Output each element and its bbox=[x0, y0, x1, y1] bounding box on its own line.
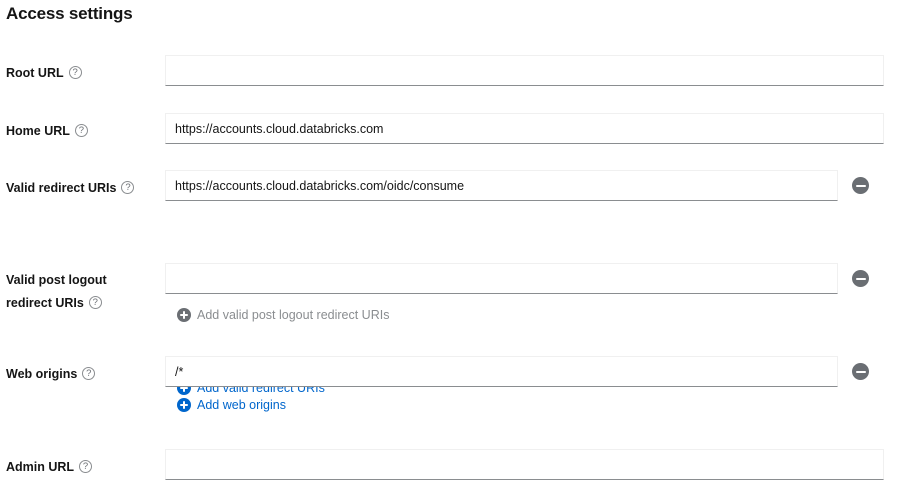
minus-circle-icon-valid-post-logout-redirect-uris[interactable] bbox=[852, 270, 869, 287]
home-url-label-text: Home URL bbox=[6, 124, 70, 138]
web-origins-label: Web origins bbox=[6, 363, 161, 386]
web-origins-input[interactable] bbox=[165, 356, 838, 387]
add-web-origins-link[interactable]: Add web origins bbox=[177, 398, 286, 412]
root-url-field-col bbox=[165, 55, 884, 86]
help-circle-icon[interactable] bbox=[121, 181, 134, 194]
help-circle-icon[interactable] bbox=[79, 460, 92, 473]
help-circle-icon[interactable] bbox=[89, 296, 102, 309]
root-url-label: Root URL bbox=[6, 62, 161, 85]
home-url-field-col bbox=[165, 113, 884, 144]
plus-circle-icon bbox=[177, 398, 191, 412]
admin-url-input[interactable] bbox=[165, 449, 884, 480]
help-circle-icon[interactable] bbox=[75, 124, 88, 137]
root-url-input[interactable] bbox=[165, 55, 884, 86]
web-origins-field-col bbox=[165, 356, 838, 387]
add-valid-post-logout-redirect-uris-link[interactable]: Add valid post logout redirect URIs bbox=[177, 308, 389, 322]
home-url-label: Home URL bbox=[6, 120, 161, 143]
help-circle-icon[interactable] bbox=[69, 66, 82, 79]
help-circle-icon[interactable] bbox=[82, 367, 95, 380]
add-valid-post-logout-redirect-uris-label: Add valid post logout redirect URIs bbox=[197, 308, 389, 322]
admin-url-label-text: Admin URL bbox=[6, 460, 74, 474]
valid-post-logout-redirect-uris-input[interactable] bbox=[165, 263, 838, 294]
plus-circle-icon bbox=[177, 308, 191, 322]
add-web-origins-label: Add web origins bbox=[197, 398, 286, 412]
access-settings-page: Access settings Root URL Home URL Valid … bbox=[0, 0, 907, 503]
valid-post-logout-redirect-uris-field-col bbox=[165, 263, 838, 294]
admin-url-label: Admin URL bbox=[6, 456, 161, 479]
valid-redirect-uris-input[interactable] bbox=[165, 170, 838, 201]
minus-circle-icon-valid-redirect-uris[interactable] bbox=[852, 177, 869, 194]
admin-url-field-col bbox=[165, 449, 884, 480]
root-url-label-text: Root URL bbox=[6, 66, 64, 80]
valid-redirect-uris-field-col bbox=[165, 170, 838, 201]
minus-circle-icon-web-origins[interactable] bbox=[852, 363, 869, 380]
valid-redirect-uris-label-text: Valid redirect URIs bbox=[6, 181, 116, 195]
web-origins-label-text: Web origins bbox=[6, 367, 77, 381]
valid-post-logout-redirect-uris-label-line2: redirect URIs bbox=[6, 296, 84, 310]
valid-redirect-uris-label: Valid redirect URIs bbox=[6, 177, 161, 200]
valid-post-logout-redirect-uris-label-line1: Valid post logout bbox=[6, 273, 107, 287]
home-url-input[interactable] bbox=[165, 113, 884, 144]
valid-post-logout-redirect-uris-label: Valid post logout redirect URIs bbox=[6, 269, 161, 315]
page-title: Access settings bbox=[6, 2, 132, 26]
